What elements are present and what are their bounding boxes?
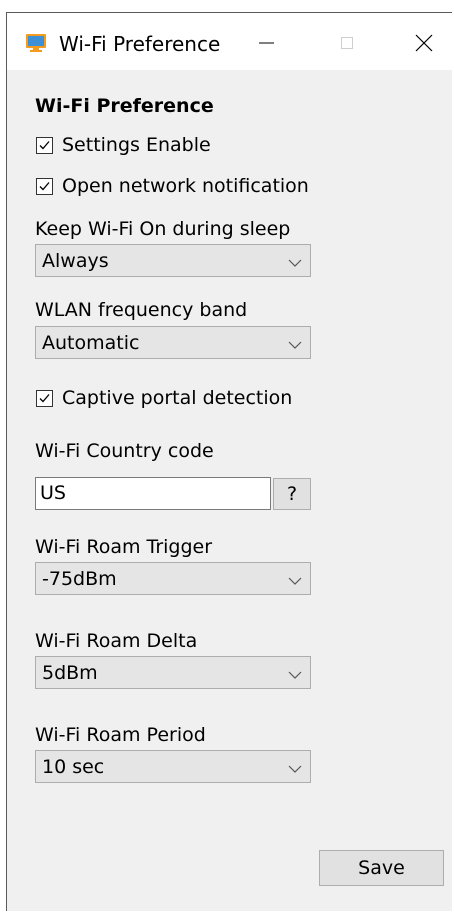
keep-wifi-on-select[interactable]: Always bbox=[35, 244, 311, 277]
checkbox-box[interactable] bbox=[36, 389, 53, 407]
roam-delta-value: 5dBm bbox=[42, 662, 98, 684]
app-icon bbox=[26, 34, 46, 52]
save-button[interactable]: Save bbox=[319, 850, 444, 886]
roam-period-select[interactable]: 10 sec bbox=[35, 750, 311, 783]
roam-trigger-label: Wi-Fi Roam Trigger bbox=[35, 536, 213, 558]
close-button[interactable] bbox=[400, 25, 446, 61]
checkbox-box[interactable] bbox=[36, 177, 53, 195]
wifi-preference-window: Wi-Fi Preference Wi-Fi Preference Settin… bbox=[6, 12, 452, 911]
checkmark-icon bbox=[39, 140, 50, 149]
roam-delta-select[interactable]: 5dBm bbox=[35, 656, 311, 689]
open-network-notification-label: Open network notification bbox=[62, 175, 309, 197]
country-code-help-button[interactable]: ? bbox=[273, 478, 311, 510]
roam-delta-label: Wi-Fi Roam Delta bbox=[35, 630, 198, 652]
roam-period-value: 10 sec bbox=[42, 756, 105, 778]
wlan-band-label: WLAN frequency band bbox=[35, 299, 248, 321]
settings-enable-label: Settings Enable bbox=[62, 134, 211, 156]
chevron-down-icon bbox=[288, 337, 302, 355]
chevron-down-icon bbox=[288, 573, 302, 591]
minimize-icon bbox=[259, 42, 274, 44]
maximize-button[interactable] bbox=[324, 25, 370, 61]
chevron-down-icon bbox=[288, 255, 302, 273]
keep-wifi-on-label: Keep Wi-Fi On during sleep bbox=[35, 218, 291, 240]
settings-enable-checkbox[interactable]: Settings Enable bbox=[36, 133, 211, 157]
minimize-button[interactable] bbox=[244, 25, 290, 61]
checkbox-box[interactable] bbox=[36, 136, 53, 154]
section-heading: Wi-Fi Preference bbox=[35, 95, 214, 117]
wlan-band-value: Automatic bbox=[42, 332, 140, 354]
roam-trigger-select[interactable]: -75dBm bbox=[35, 562, 311, 595]
window-title: Wi-Fi Preference bbox=[59, 32, 221, 56]
country-code-label: Wi-Fi Country code bbox=[35, 440, 214, 462]
maximize-icon bbox=[341, 37, 353, 49]
title-bar[interactable]: Wi-Fi Preference bbox=[7, 13, 452, 70]
chevron-down-icon bbox=[288, 667, 302, 685]
country-code-input[interactable]: US bbox=[35, 477, 271, 510]
captive-portal-checkbox[interactable]: Captive portal detection bbox=[36, 386, 292, 410]
roam-trigger-value: -75dBm bbox=[42, 568, 117, 590]
open-network-notification-checkbox[interactable]: Open network notification bbox=[36, 174, 309, 198]
checkmark-icon bbox=[39, 181, 50, 190]
keep-wifi-on-value: Always bbox=[42, 250, 109, 272]
chevron-down-icon bbox=[288, 761, 302, 779]
roam-period-label: Wi-Fi Roam Period bbox=[35, 724, 206, 746]
close-icon bbox=[415, 34, 433, 52]
checkmark-icon bbox=[39, 393, 50, 402]
wlan-band-select[interactable]: Automatic bbox=[35, 326, 311, 359]
captive-portal-label: Captive portal detection bbox=[62, 387, 293, 409]
